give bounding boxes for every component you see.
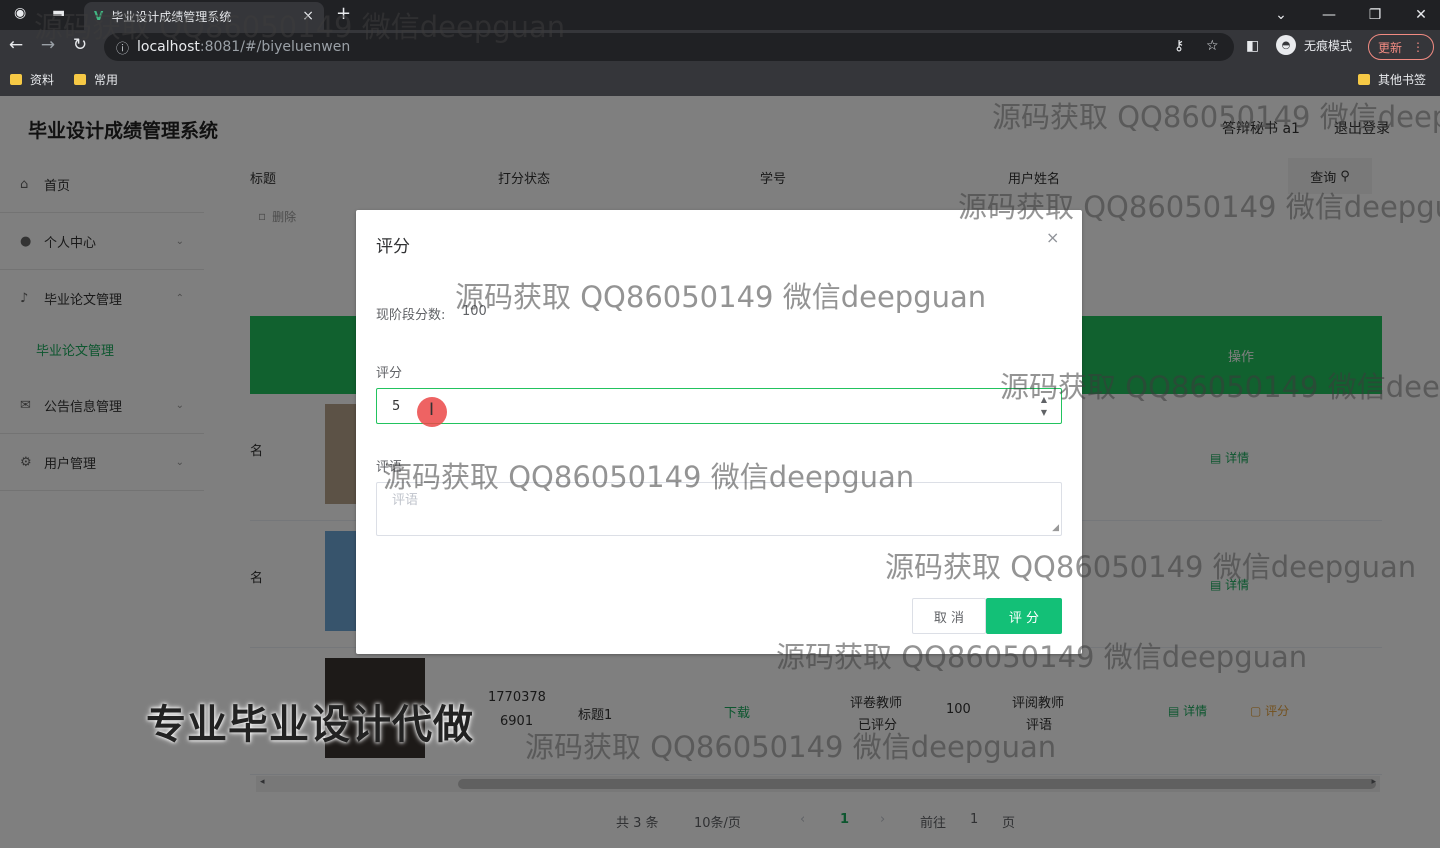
- stepper-up-icon[interactable]: ▲: [1041, 393, 1047, 406]
- update-button[interactable]: 更新 ⋮: [1368, 34, 1434, 60]
- comment-placeholder: 评语: [392, 493, 419, 508]
- bookmark-folder[interactable]: 资料: [10, 71, 54, 88]
- new-tab-button[interactable]: +: [336, 3, 351, 24]
- incognito-indicator[interactable]: ◓ 无痕模式: [1276, 35, 1352, 55]
- stage-score-value: 100: [462, 304, 487, 319]
- browser-tab[interactable]: V 毕业设计成绩管理系统 ×: [84, 2, 324, 30]
- forward-icon[interactable]: →: [36, 35, 60, 55]
- tab-list-icon[interactable]: ⌄: [1258, 0, 1304, 30]
- reload-icon[interactable]: ↻: [68, 35, 92, 55]
- url-path: :8081/#/biyeluenwen: [199, 39, 351, 55]
- other-bookmarks-label: 其他书签: [1378, 73, 1427, 87]
- browser-menu-icon[interactable]: ◉: [14, 5, 26, 21]
- key-icon[interactable]: ⚷: [1174, 38, 1184, 54]
- update-label: 更新: [1377, 40, 1402, 55]
- maximize-icon[interactable]: ❐: [1352, 0, 1398, 30]
- bookmark-label: 常用: [94, 73, 119, 87]
- dialog-title: 评分: [376, 237, 410, 257]
- tab-title: 毕业设计成绩管理系统: [111, 9, 232, 24]
- text-cursor-icon: I: [429, 400, 435, 420]
- submit-score-button[interactable]: 评 分: [986, 598, 1062, 634]
- back-icon[interactable]: ←: [4, 35, 28, 55]
- more-menu-icon: ⋮: [1412, 40, 1424, 54]
- comment-field-label: 评语: [376, 460, 403, 475]
- site-info-icon[interactable]: ⓘ: [116, 38, 129, 57]
- cancel-button[interactable]: 取 消: [912, 598, 986, 634]
- resize-handle-icon[interactable]: ◢: [1052, 523, 1059, 533]
- tab-search-icon[interactable]: ▬: [52, 5, 65, 21]
- promo-overlay-text: 专业毕业设计代做: [146, 702, 474, 748]
- vue-logo-icon: V: [94, 9, 104, 23]
- browser-toolbar: ← → ↻ ⓘ localhost :8081/#/biyeluenwen ⚷ …: [0, 30, 1440, 64]
- bookmark-folder[interactable]: 常用: [74, 71, 118, 88]
- other-bookmarks[interactable]: 其他书签: [1358, 71, 1426, 88]
- number-stepper[interactable]: ▲ ▼: [1041, 393, 1047, 419]
- score-dialog: 评分 × 现阶段分数: 100 评分 5 ▲ ▼ I 评语 评语 ◢ 取 消 评…: [356, 210, 1082, 654]
- score-input-value: 5: [392, 398, 401, 414]
- tab-close-icon[interactable]: ×: [302, 8, 314, 24]
- folder-icon: [10, 74, 22, 85]
- comment-textarea[interactable]: 评语 ◢: [376, 482, 1062, 536]
- score-input[interactable]: 5 ▲ ▼: [376, 388, 1062, 424]
- side-panel-icon[interactable]: ◧: [1246, 38, 1259, 54]
- incognito-icon: ◓: [1276, 35, 1296, 55]
- incognito-label: 无痕模式: [1304, 38, 1353, 53]
- folder-icon: [74, 74, 86, 85]
- stage-score-label: 现阶段分数:: [376, 308, 446, 323]
- minimize-icon[interactable]: —: [1306, 0, 1352, 30]
- window-close-icon[interactable]: ✕: [1398, 0, 1440, 30]
- address-bar[interactable]: ⓘ localhost :8081/#/biyeluenwen: [104, 33, 1234, 61]
- star-icon[interactable]: ☆: [1206, 38, 1219, 54]
- bookmark-label: 资料: [30, 73, 55, 87]
- url-host: localhost: [137, 39, 200, 55]
- score-field-label: 评分: [376, 366, 403, 381]
- close-icon[interactable]: ×: [1046, 228, 1059, 247]
- bookmarks-bar: 资料 常用 其他书签: [0, 64, 1440, 96]
- folder-icon: [1358, 74, 1370, 85]
- stepper-down-icon[interactable]: ▼: [1041, 406, 1047, 419]
- browser-tab-strip: ◉ ▬ V 毕业设计成绩管理系统 × + ⌄ — ❐ ✕: [0, 0, 1440, 30]
